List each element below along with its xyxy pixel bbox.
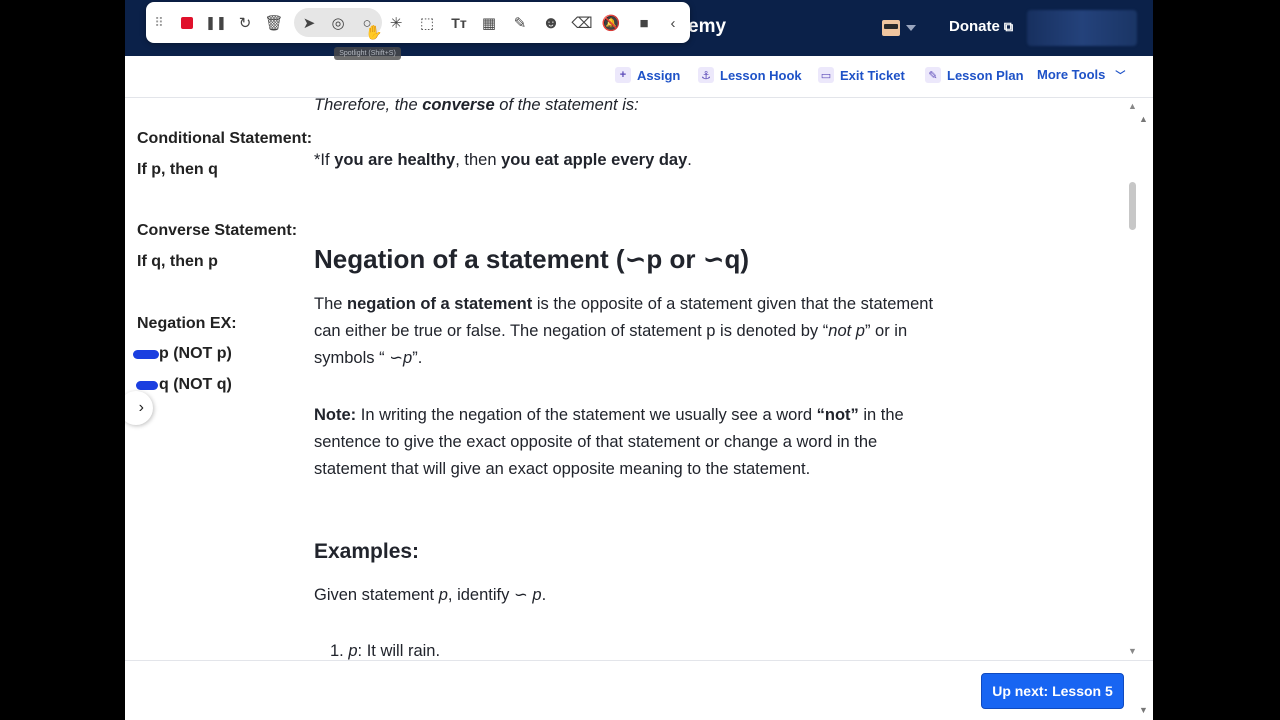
anchor-icon: ⚓ <box>698 67 714 83</box>
note-conditional-form: If p, then q <box>137 161 218 178</box>
collapse-chevron-icon[interactable]: ‹ <box>660 10 686 36</box>
brand-logo-text[interactable]: emy <box>688 16 726 38</box>
up-next-button[interactable]: Up next: Lesson 5 <box>981 673 1124 709</box>
text-run: *If <box>314 151 335 169</box>
scroll-down-arrow-icon[interactable]: ▼ <box>1128 646 1137 656</box>
text-run: The <box>314 295 348 313</box>
text-run-italic: p <box>438 586 448 604</box>
donate-link[interactable]: Donate ⧉ <box>949 18 1013 35</box>
note-paragraph: Note: In writing the negation of the sta… <box>314 402 939 483</box>
lesson-hook-label: Lesson Hook <box>720 67 802 83</box>
avatar-menu-button[interactable] <box>882 18 922 38</box>
chevron-down-icon: ﹀ <box>1115 71 1126 82</box>
more-tools-dropdown[interactable]: More Tools ﹀ <box>1037 67 1125 82</box>
exit-ticket-label: Exit Ticket <box>840 67 905 83</box>
text-run-bold: you are healthy <box>334 151 456 169</box>
text-run-italic: not p <box>828 322 865 340</box>
lesson-plan-button[interactable]: ✎ Lesson Plan <box>925 67 1024 83</box>
text-run-bold: converse <box>422 98 495 114</box>
text-run: In writing the negation of the statement… <box>356 406 817 424</box>
chevron-down-icon <box>906 25 916 31</box>
scrollbar-thumb[interactable] <box>1129 182 1136 230</box>
external-link-icon: ⧉ <box>1003 18 1014 34</box>
text-run-bold: Note: <box>314 406 357 424</box>
pause-icon[interactable]: ❚❚ <box>203 10 229 36</box>
camera-icon[interactable]: ■ <box>631 10 657 36</box>
pencil-icon: ✎ <box>925 67 941 83</box>
pen-icon[interactable]: ✎ <box>507 10 533 36</box>
tooltip: Spotlight (Shift+S) <box>334 47 401 60</box>
text-run: , then <box>455 151 502 169</box>
assign-button[interactable]: + Assign <box>615 67 680 83</box>
text-run: . <box>687 151 692 169</box>
text-run: Given statement <box>314 586 439 604</box>
lesson-content: Conditional Statement: If p, then q Conv… <box>125 98 1153 660</box>
exit-ticket-button[interactable]: ▭ Exit Ticket <box>818 67 905 83</box>
text-run: Therefore, the <box>314 98 423 114</box>
eraser-icon[interactable]: ⌫ <box>569 10 595 36</box>
avatar <box>882 20 900 36</box>
scroll-down-arrow-icon[interactable]: ▼ <box>1139 705 1148 715</box>
chevron-right-icon: › <box>138 399 144 416</box>
text-run: . <box>541 586 547 604</box>
text-tool-icon[interactable]: Tт <box>446 10 472 36</box>
annotation-toolbar: ⠿ ❚❚ ↻ 🗑 ➤ ◎ ○ ✳ ⬚ Tт ▦ ✎ ☻ ⌫ 🔕 ■ ‹ <box>146 2 690 43</box>
converse-intro: Therefore, the converse of the statement… <box>314 98 939 119</box>
tilde-scribble-icon <box>133 350 159 359</box>
negation-heading: Negation of a statement (∽p or ∽q) <box>314 244 750 274</box>
scroll-up-arrow-icon[interactable]: ▲ <box>1128 101 1137 111</box>
converse-example: *If you are healthy, then you eat apple … <box>314 147 939 174</box>
text-run: : It will rain. <box>357 642 441 660</box>
negation-paragraph: The negation of a statement is the oppos… <box>314 291 939 372</box>
note-converse-form: If q, then p <box>137 253 218 270</box>
text-run-italic: p <box>348 642 358 660</box>
select-area-icon[interactable]: ⬚ <box>414 10 440 36</box>
expand-sidebar-button[interactable]: › <box>125 391 153 425</box>
list-item: 1. p: It will rain. <box>330 638 955 660</box>
emoji-icon[interactable]: ☻ <box>538 10 564 36</box>
browser-viewport: emy Donate ⧉ + Assign ⚓ Lesson Hook ▭ Ex… <box>125 0 1153 720</box>
donate-label: Donate <box>949 18 1000 35</box>
examples-heading: Examples: <box>314 540 420 563</box>
note-negation-title: Negation EX: <box>137 315 237 332</box>
teacher-tools-bar: + Assign ⚓ Lesson Hook ▭ Exit Ticket ✎ L… <box>125 56 1153 124</box>
lesson-footer: Up next: Lesson 5 <box>125 660 1153 720</box>
text-run-italic: ∽ p <box>513 586 542 604</box>
lesson-plan-label: Lesson Plan <box>947 67 1024 83</box>
text-run-italic: ∽p <box>389 349 413 367</box>
blur-grid-icon[interactable]: ▦ <box>476 10 502 36</box>
more-tools-label: More Tools <box>1037 67 1106 82</box>
text-run-bold: negation of a statement <box>347 295 533 313</box>
mouse-pointer-icon: ✋ <box>365 24 383 40</box>
mute-bell-icon[interactable]: 🔕 <box>598 10 624 36</box>
restart-icon[interactable]: ↻ <box>232 10 258 36</box>
text-run: , identify <box>447 586 514 604</box>
note-conditional-title: Conditional Statement: <box>137 130 313 147</box>
text-run: ”. <box>412 349 423 367</box>
highlight-cursor-icon[interactable]: ◎ <box>325 10 351 36</box>
user-menu[interactable] <box>1027 10 1137 46</box>
ticket-icon: ▭ <box>818 67 834 83</box>
stop-recording-button[interactable] <box>174 10 200 36</box>
magic-click-icon[interactable]: ✳ <box>383 10 409 36</box>
list-number: 1. <box>330 642 344 660</box>
tilde-scribble-icon <box>136 381 158 390</box>
text-run: of the statement is: <box>494 98 639 114</box>
lesson-hook-button[interactable]: ⚓ Lesson Hook <box>698 67 802 83</box>
text-run-bold: “not” <box>816 406 859 424</box>
cursor-icon[interactable]: ➤ <box>296 10 322 36</box>
note-negation-q: q (NOT q) <box>159 376 232 393</box>
record-icon <box>181 17 193 29</box>
note-converse-title: Converse Statement: <box>137 222 298 239</box>
note-negation-p: p (NOT p) <box>159 345 232 362</box>
assign-icon: + <box>615 67 631 83</box>
trash-icon[interactable]: 🗑 <box>261 10 287 36</box>
examples-instruction: Given statement p, identify ∽ p. <box>314 582 939 609</box>
drag-handle-icon[interactable]: ⠿ <box>146 10 172 36</box>
text-run-bold: you eat apple every day <box>501 151 688 169</box>
assign-label: Assign <box>637 67 681 83</box>
